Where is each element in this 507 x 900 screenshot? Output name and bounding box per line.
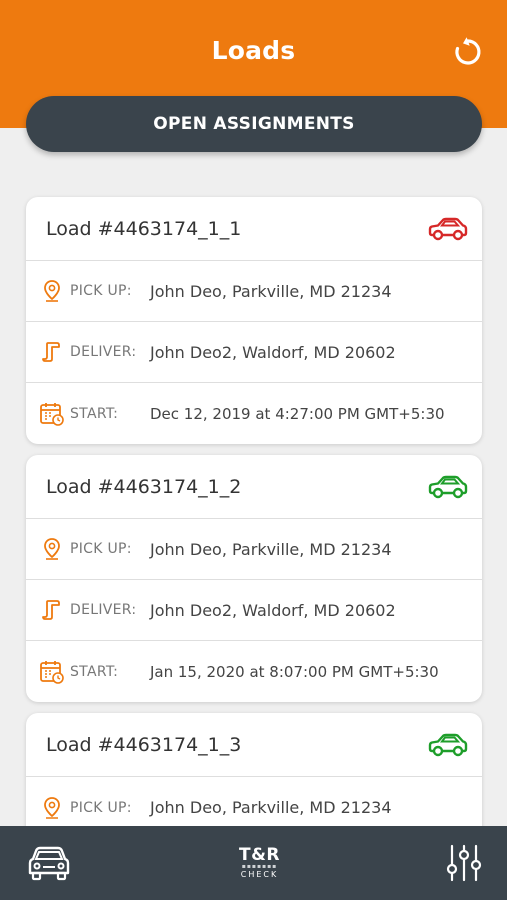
- start-label: START:: [70, 405, 119, 422]
- calendar-clock-icon: [39, 659, 65, 685]
- load-card-header: Load #4463174_1_2: [26, 455, 482, 519]
- deliver-value: John Deo2, Waldorf, MD 20602: [150, 600, 396, 620]
- tab-vehicles[interactable]: [24, 843, 74, 883]
- load-card[interactable]: Load #4463174_1_2 PICK UP: John Deo, Par…: [26, 455, 482, 702]
- page-title: Loads: [211, 36, 296, 65]
- delivery-icon: [39, 339, 65, 365]
- location-pin-icon: [39, 795, 65, 821]
- load-card-header: Load #4463174_1_1: [26, 197, 482, 261]
- pickup-row: PICK UP: John Deo, Parkville, MD 21234: [26, 519, 482, 580]
- car-status-icon: [428, 733, 468, 756]
- load-card-header: Load #4463174_1_3: [26, 713, 482, 777]
- refresh-button[interactable]: [450, 34, 486, 70]
- load-card[interactable]: Load #4463174_1_3 PICK UP: John Deo, Par…: [26, 713, 482, 838]
- pickup-value: John Deo, Parkville, MD 21234: [150, 539, 392, 559]
- start-row: START: Jan 15, 2020 at 8:07:00 PM GMT+5:…: [26, 641, 482, 702]
- calendar-clock-icon: [39, 401, 65, 427]
- pickup-label: PICK UP:: [70, 541, 132, 557]
- deliver-label: DELIVER:: [70, 602, 137, 618]
- car-icon: [28, 846, 70, 881]
- delivery-icon: [39, 597, 65, 623]
- location-pin-icon: [39, 536, 65, 562]
- start-value: Dec 12, 2019 at 4:27:00 PM GMT+5:30: [150, 404, 445, 423]
- load-title: Load #4463174_1_2: [46, 475, 242, 498]
- car-status-icon: [428, 217, 468, 240]
- brand-logo-bottom: CHECK: [240, 870, 279, 879]
- deliver-row: DELIVER: John Deo2, Waldorf, MD 20602: [26, 580, 482, 641]
- loads-list: Load #4463174_1_1 PICK UP: John Deo, Par…: [26, 197, 482, 849]
- brand-logo[interactable]: T&R ▪▪▪▪▪▪▪ CHECK: [239, 846, 280, 880]
- brand-logo-top: T&R: [238, 845, 280, 865]
- pickup-label: PICK UP:: [70, 799, 132, 816]
- pickup-label: PICK UP:: [70, 283, 132, 299]
- location-pin-icon: [39, 278, 65, 304]
- start-label: START:: [70, 663, 119, 680]
- filter-sliders-icon: [446, 844, 482, 882]
- deliver-row: DELIVER: John Deo2, Waldorf, MD 20602: [26, 322, 482, 383]
- load-title: Load #4463174_1_1: [46, 217, 242, 240]
- bottom-tab-bar: T&R ▪▪▪▪▪▪▪ CHECK: [0, 826, 507, 900]
- tab-filters[interactable]: [445, 843, 483, 883]
- deliver-label: DELIVER:: [70, 344, 137, 360]
- car-status-icon: [428, 475, 468, 498]
- load-title: Load #4463174_1_3: [46, 733, 242, 756]
- start-value: Jan 15, 2020 at 8:07:00 PM GMT+5:30: [150, 662, 439, 681]
- pickup-value: John Deo, Parkville, MD 21234: [150, 798, 392, 817]
- load-card[interactable]: Load #4463174_1_1 PICK UP: John Deo, Par…: [26, 197, 482, 444]
- start-row: START: Dec 12, 2019 at 4:27:00 PM GMT+5:…: [26, 383, 482, 444]
- deliver-value: John Deo2, Waldorf, MD 20602: [150, 342, 396, 362]
- pickup-row: PICK UP: John Deo, Parkville, MD 21234: [26, 261, 482, 322]
- refresh-icon: [455, 37, 481, 65]
- open-assignments-button[interactable]: OPEN ASSIGNMENTS: [26, 96, 482, 152]
- pickup-value: John Deo, Parkville, MD 21234: [150, 281, 392, 301]
